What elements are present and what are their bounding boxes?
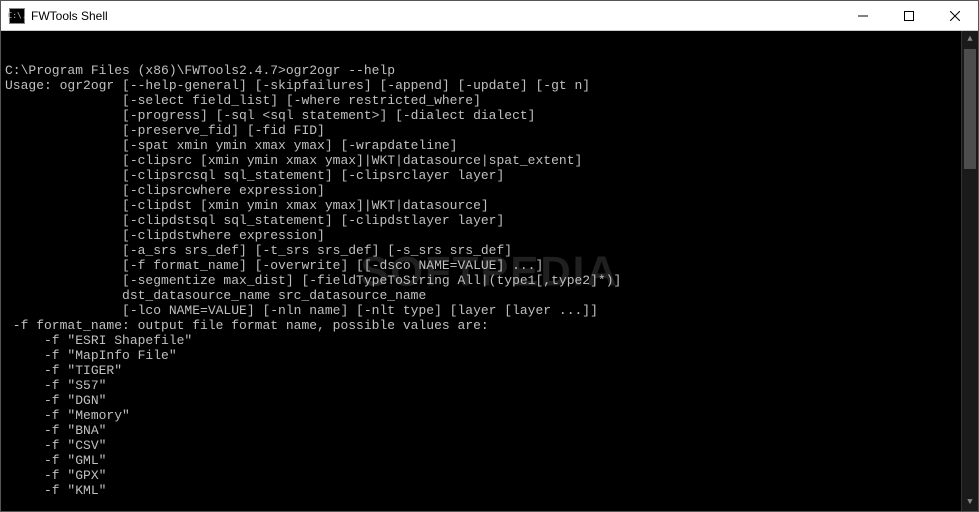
terminal-line: [-a_srs srs_def] [-t_srs srs_def] [-s_sr… [5, 243, 974, 258]
vertical-scrollbar[interactable]: ▲ ▼ [961, 31, 978, 511]
terminal-line: [-segmentize max_dist] [-fieldTypeToStri… [5, 273, 974, 288]
close-button[interactable] [932, 1, 978, 30]
terminal-line: -f "S57" [5, 378, 974, 393]
maximize-button[interactable] [886, 1, 932, 30]
app-icon: C:\. [9, 8, 25, 24]
terminal-line: [-clipdstwhere expression] [5, 228, 974, 243]
terminal-line: [-f format_name] [-overwrite] [[-dsco NA… [5, 258, 974, 273]
terminal-line: Usage: ogr2ogr [--help-general] [-skipfa… [5, 78, 974, 93]
terminal-line: [-clipsrcsql sql_statement] [-clipsrclay… [5, 168, 974, 183]
maximize-icon [904, 11, 914, 21]
window-controls [840, 1, 978, 30]
terminal-line: -f "MapInfo File" [5, 348, 974, 363]
terminal-line: [-progress] [-sql <sql statement>] [-dia… [5, 108, 974, 123]
minimize-icon [858, 11, 868, 21]
terminal-line: -f "Memory" [5, 408, 974, 423]
terminal-line: -f "DGN" [5, 393, 974, 408]
window-title: FWTools Shell [31, 9, 840, 23]
terminal-line: [-select field_list] [-where restricted_… [5, 93, 974, 108]
terminal-line: dst_datasource_name src_datasource_name [5, 288, 974, 303]
terminal-line: -f "ESRI Shapefile" [5, 333, 974, 348]
scroll-up-icon[interactable]: ▲ [962, 31, 978, 48]
terminal-line: -f "GPX" [5, 468, 974, 483]
terminal-line: [-spat xmin ymin xmax ymax] [-wrapdateli… [5, 138, 974, 153]
minimize-button[interactable] [840, 1, 886, 30]
scrollbar-thumb[interactable] [964, 49, 976, 169]
terminal-line: C:\Program Files (x86)\FWTools2.4.7>ogr2… [5, 63, 974, 78]
terminal-line: -f "TIGER" [5, 363, 974, 378]
terminal-line: -f "CSV" [5, 438, 974, 453]
window-frame: C:\. FWTools Shell C:\Program Files (x86… [0, 0, 979, 512]
titlebar[interactable]: C:\. FWTools Shell [1, 1, 978, 31]
terminal-line: -f "GML" [5, 453, 974, 468]
close-icon [950, 11, 960, 21]
terminal-line: [-lco NAME=VALUE] [-nln name] [-nlt type… [5, 303, 974, 318]
terminal-line: [-clipsrcwhere expression] [5, 183, 974, 198]
terminal-pane[interactable]: C:\Program Files (x86)\FWTools2.4.7>ogr2… [1, 31, 978, 511]
terminal-line: -f "KML" [5, 483, 974, 498]
terminal-line: -f format_name: output file format name,… [5, 318, 974, 333]
terminal-line: [-clipdst [xmin ymin xmax ymax]|WKT|data… [5, 198, 974, 213]
scroll-down-icon[interactable]: ▼ [962, 494, 978, 511]
terminal-line: [-clipdstsql sql_statement] [-clipdstlay… [5, 213, 974, 228]
terminal-output: C:\Program Files (x86)\FWTools2.4.7>ogr2… [5, 63, 974, 498]
terminal-line: [-preserve_fid] [-fid FID] [5, 123, 974, 138]
terminal-line: [-clipsrc [xmin ymin xmax ymax]|WKT|data… [5, 153, 974, 168]
terminal-line: -f "BNA" [5, 423, 974, 438]
